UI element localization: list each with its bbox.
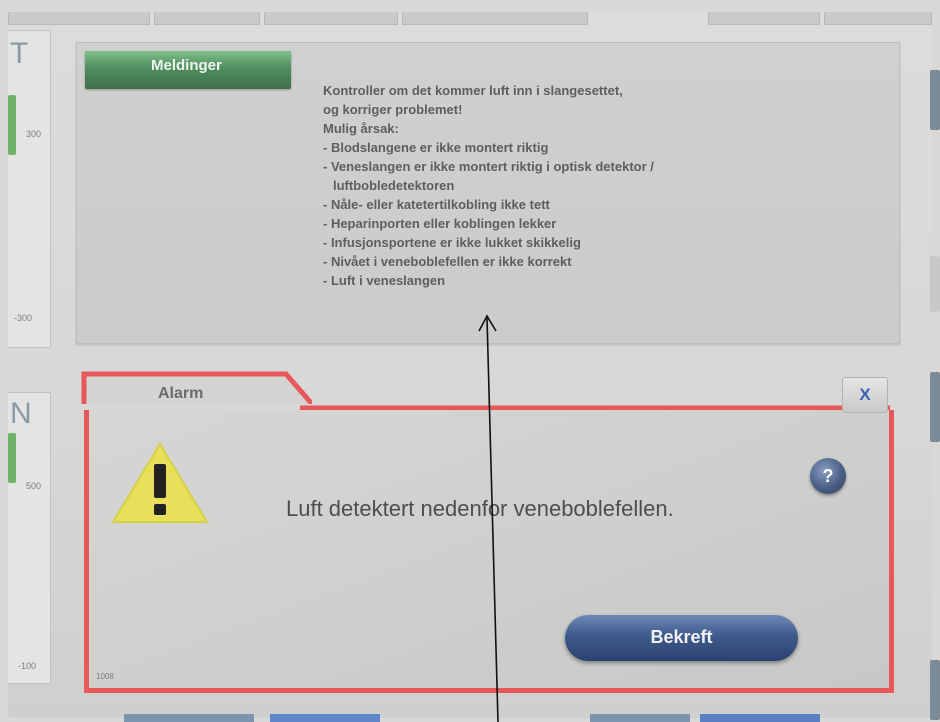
- side-tab[interactable]: [930, 372, 940, 442]
- close-button[interactable]: X: [842, 377, 888, 413]
- message-line: - Infusjonsportene er ikke lukket skikke…: [323, 235, 581, 250]
- confirm-button[interactable]: Bekreft: [565, 615, 798, 661]
- bottom-tab[interactable]: [700, 714, 820, 722]
- bottom-tab[interactable]: [124, 714, 254, 722]
- gauge-scale-bottom: -300: [14, 313, 33, 323]
- bottom-tab[interactable]: [590, 714, 690, 722]
- gauge-letter: N: [10, 397, 32, 430]
- gauge-letter: T: [10, 37, 29, 70]
- gauge-scale-top: 500: [26, 481, 42, 491]
- close-icon: X: [859, 385, 871, 404]
- message-line: og korriger problemet!: [323, 102, 463, 117]
- messages-text: Kontroller om det kommer luft inn i slan…: [323, 81, 883, 290]
- side-tab[interactable]: [930, 660, 940, 720]
- message-line: - Heparinporten eller koblingen lekker: [323, 216, 557, 231]
- top-tab[interactable]: [824, 12, 932, 25]
- gauge-level-bar: [8, 433, 16, 483]
- side-tab[interactable]: [930, 70, 940, 130]
- messages-panel: Meldinger Kontroller om det kommer luft …: [76, 42, 900, 344]
- question-icon: ?: [822, 466, 834, 486]
- message-line: luftbobledetektoren: [333, 178, 455, 193]
- side-tab[interactable]: [930, 256, 940, 312]
- help-button[interactable]: ?: [810, 458, 846, 494]
- gauge-level-bar: [8, 95, 16, 155]
- warning-triangle-icon: [111, 442, 209, 523]
- gauge-scale-bottom: -100: [18, 661, 37, 671]
- message-line: - Nivået i veneboblefellen er ikke korre…: [323, 254, 572, 269]
- message-line: Kontroller om det kommer luft inn i slan…: [323, 83, 623, 98]
- messages-tab[interactable]: Meldinger: [85, 51, 291, 89]
- alarm-code: 1008: [96, 672, 114, 681]
- pressure-gauge-bottom: N 500 -100: [8, 392, 51, 684]
- alarm-message: Luft detektert nedenfor veneboblefellen.: [286, 496, 674, 521]
- pressure-gauge-top: T 300 -300: [8, 30, 51, 348]
- message-line: - Blodslangene er ikke montert riktig: [323, 140, 549, 155]
- top-tab[interactable]: [264, 12, 398, 25]
- top-tab[interactable]: [708, 12, 820, 25]
- message-line: Mulig årsak:: [323, 121, 399, 136]
- messages-tab-label: Meldinger: [151, 57, 222, 74]
- message-line: - Veneslangen er ikke montert riktig i o…: [323, 159, 654, 174]
- bottom-tab[interactable]: [270, 714, 380, 722]
- top-tab[interactable]: [8, 12, 150, 25]
- alarm-tab-label: Alarm: [158, 385, 204, 402]
- message-line: - Luft i veneslangen: [323, 273, 446, 288]
- top-tab-strip: [8, 12, 932, 28]
- top-tab[interactable]: [402, 12, 588, 25]
- gauge-scale-top: 300: [26, 129, 42, 139]
- message-line: - Nåle- eller katetertilkobling ikke tet…: [323, 197, 550, 212]
- top-tab[interactable]: [154, 12, 260, 25]
